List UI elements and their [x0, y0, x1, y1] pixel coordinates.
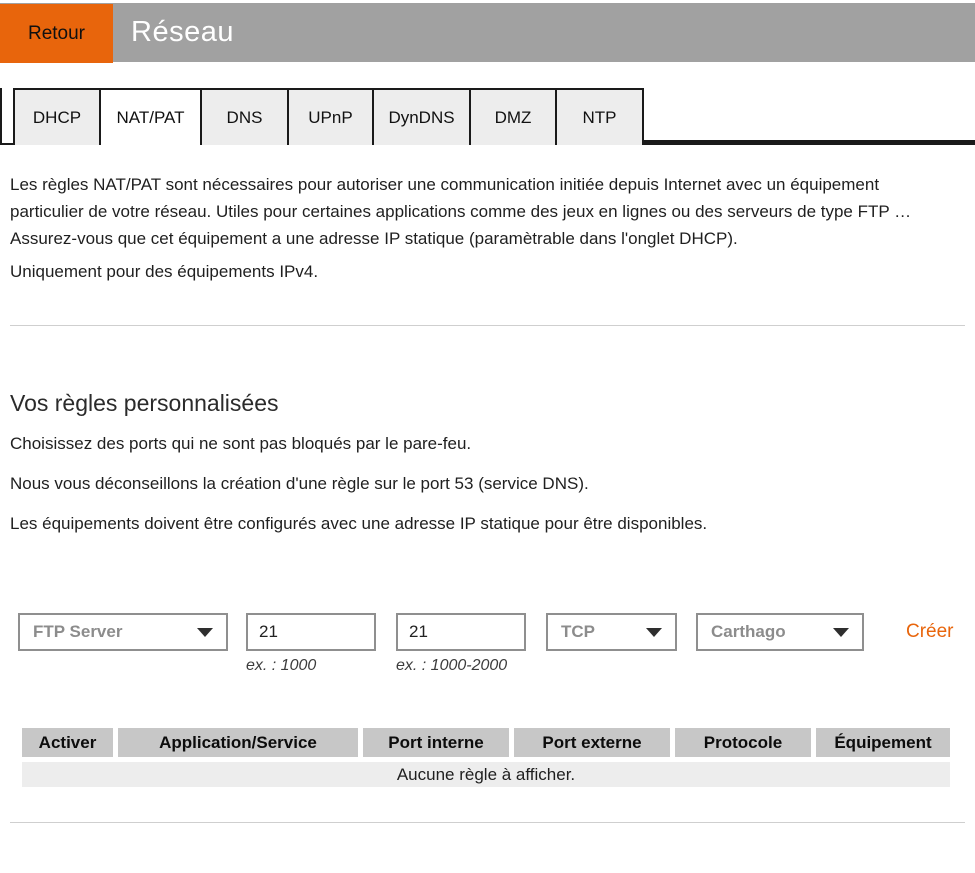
back-button[interactable]: Retour: [0, 4, 113, 63]
content: Les règles NAT/PAT sont nécessaires pour…: [0, 171, 975, 823]
external-port-input[interactable]: [396, 613, 526, 651]
column-header-equipement: Équipement: [816, 728, 950, 757]
application-select[interactable]: FTP Server: [18, 613, 228, 651]
rules-heading: Vos règles personnalisées: [10, 390, 279, 416]
empty-state-row: Aucune règle à afficher.: [22, 762, 950, 787]
section-divider: [10, 325, 965, 326]
page-title: Réseau: [131, 16, 234, 48]
tab-upnp[interactable]: UPnP: [287, 88, 372, 145]
new-rule-form: FTP Server ex. : 1000 ex. : 1000-2000 TC…: [18, 613, 975, 675]
tab-dns[interactable]: DNS: [200, 88, 287, 145]
tab-label: NAT/PAT: [116, 107, 185, 127]
rules-hint-1: Choisissez des ports qui ne sont pas blo…: [10, 434, 472, 453]
bottom-divider: [10, 822, 965, 823]
tab-strip-baseline: [644, 88, 975, 145]
protocol-select[interactable]: TCP: [546, 613, 677, 651]
column-header-application-service: Application/Service: [118, 728, 358, 757]
protocol-select-value: TCP: [561, 622, 595, 641]
tab-strip: DHCP NAT/PAT DNS UPnP DynDNS DMZ NTP: [0, 88, 975, 145]
rules-table-header-row: Activer Application/Service Port interne…: [22, 728, 950, 757]
tab-label: UPnP: [308, 107, 353, 127]
device-select-value: Carthago: [711, 622, 786, 641]
column-header-port-interne: Port interne: [363, 728, 509, 757]
page-header: Retour Réseau: [0, 3, 975, 63]
application-select-value: FTP Server: [33, 622, 123, 641]
chevron-down-icon: [646, 627, 662, 637]
chevron-down-icon: [833, 627, 849, 637]
create-rule-link[interactable]: Créer: [906, 621, 954, 643]
tab-ntp[interactable]: NTP: [555, 88, 644, 145]
intro-paragraph: Les règles NAT/PAT sont nécessaires pour…: [10, 175, 912, 248]
tab-label: DHCP: [32, 107, 82, 127]
rules-hint-3: Les équipements doivent être configurés …: [10, 514, 708, 533]
chevron-down-icon: [197, 627, 213, 637]
tab-dhcp[interactable]: DHCP: [13, 88, 99, 145]
tab-label: DynDNS: [388, 107, 455, 127]
column-header-port-externe: Port externe: [514, 728, 670, 757]
tab-label: NTP: [582, 107, 617, 127]
rules-table: Activer Application/Service Port interne…: [17, 723, 955, 792]
tab-label: DNS: [226, 107, 263, 127]
ipv4-note: Uniquement pour des équipements IPv4.: [10, 262, 319, 281]
device-select[interactable]: Carthago: [696, 613, 864, 651]
column-header-protocole: Protocole: [675, 728, 811, 757]
internal-port-hint: ex. : 1000: [246, 657, 317, 674]
rules-hint-2: Nous vous déconseillons la création d'un…: [10, 474, 589, 493]
tab-dyndns[interactable]: DynDNS: [372, 88, 469, 145]
external-port-field-group: ex. : 1000-2000: [396, 613, 526, 675]
tab-strip-left-edge: [0, 88, 13, 145]
tab-label: DMZ: [494, 107, 532, 127]
empty-state-message: Aucune règle à afficher.: [22, 762, 950, 787]
column-header-activer: Activer: [22, 728, 113, 757]
internal-port-field-group: ex. : 1000: [246, 613, 376, 675]
internal-port-input[interactable]: [246, 613, 376, 651]
external-port-hint: ex. : 1000-2000: [396, 657, 508, 674]
tab-nat-pat[interactable]: NAT/PAT: [99, 88, 200, 145]
tab-dmz[interactable]: DMZ: [469, 88, 555, 145]
